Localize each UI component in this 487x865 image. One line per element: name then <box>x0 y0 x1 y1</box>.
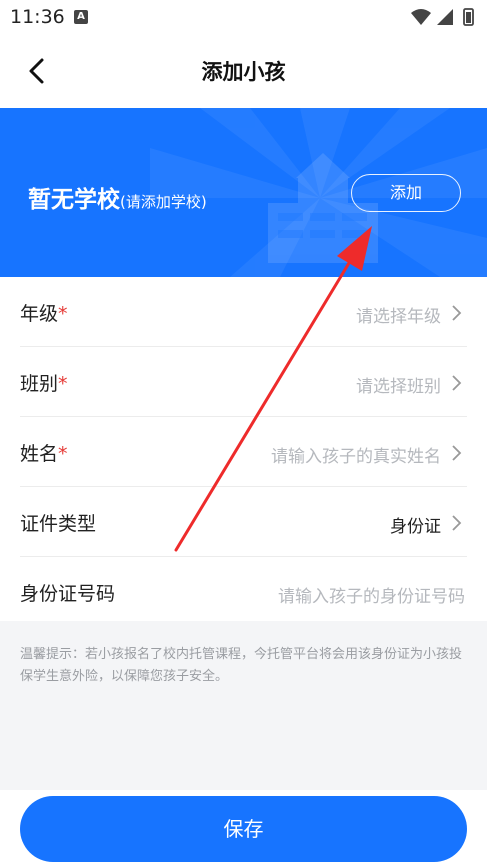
class-label-text: 班别 <box>20 373 59 395</box>
id-number-row[interactable]: 身份证号码 请输入孩子的身份证号码 <box>0 557 487 627</box>
wifi-icon <box>411 9 431 25</box>
notification-icon: A <box>74 10 88 24</box>
name-label: 姓名* <box>20 439 68 466</box>
required-mark: * <box>58 303 68 325</box>
status-bar: 11:36 A <box>0 0 487 34</box>
grade-label: 年级* <box>20 299 68 326</box>
page-title: 添加小孩 <box>201 60 286 84</box>
id-type-row[interactable]: 证件类型 身份证 <box>0 487 487 557</box>
id-type-label: 证件类型 <box>20 513 97 535</box>
chevron-right-icon <box>452 515 462 531</box>
chevron-right-icon <box>452 445 462 461</box>
chevron-right-icon <box>452 375 462 391</box>
name-label-text: 姓名 <box>20 443 59 465</box>
class-label: 班别* <box>20 369 68 396</box>
grade-label-text: 年级 <box>20 303 59 325</box>
school-name-text: 暂无学校 <box>28 187 120 213</box>
class-row[interactable]: 班别* 请选择班别 <box>0 347 487 417</box>
class-select[interactable]: 请选择班别 <box>356 372 441 397</box>
grade-row[interactable]: 年级* 请选择年级 <box>0 277 487 347</box>
id-type-select[interactable]: 身份证 <box>390 512 441 537</box>
id-number-input[interactable]: 请输入孩子的身份证号码 <box>278 582 465 607</box>
status-time: 11:36 <box>10 6 65 28</box>
school-name: 暂无学校(请添加学校) <box>28 180 207 214</box>
save-button[interactable]: 保存 <box>20 796 467 862</box>
required-mark: * <box>58 373 68 395</box>
add-school-button[interactable]: 添加 <box>351 174 461 212</box>
tip-text: 温馨提示：若小孩报名了校内托管课程，今托管平台将会用该身份证为小孩投保学生意外险… <box>20 647 463 684</box>
header: 添加小孩 <box>0 34 487 108</box>
chevron-right-icon <box>452 305 462 321</box>
child-form: 年级* 请选择年级 班别* 请选择班别 姓名* 请输入孩子的真实姓名 证件类型 … <box>0 277 487 621</box>
signal-icon <box>437 9 453 25</box>
school-banner: 暂无学校(请添加学校) 添加 <box>0 108 487 277</box>
status-icons <box>411 8 474 26</box>
school-hint: (请添加学校) <box>120 193 207 211</box>
name-input[interactable]: 请输入孩子的真实姓名 <box>271 442 441 467</box>
required-mark: * <box>58 443 68 465</box>
name-row[interactable]: 姓名* 请输入孩子的真实姓名 <box>0 417 487 487</box>
grade-select[interactable]: 请选择年级 <box>356 302 441 327</box>
bottom-bar: 保存 <box>0 790 487 865</box>
id-number-label: 身份证号码 <box>20 583 116 605</box>
